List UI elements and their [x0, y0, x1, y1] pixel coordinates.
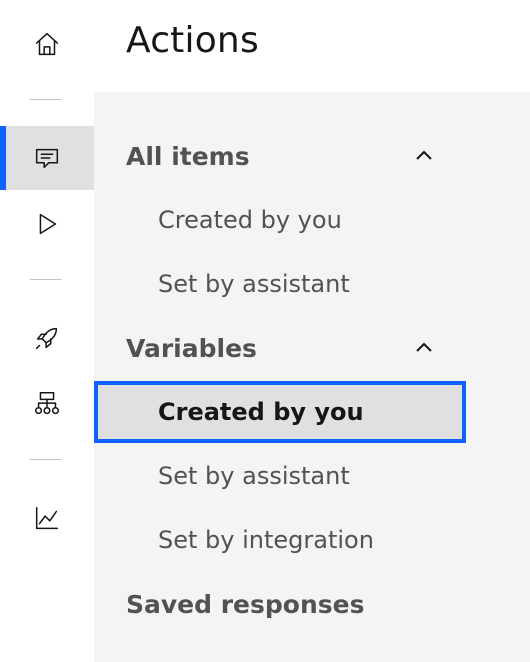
chat-icon	[35, 148, 59, 169]
nav-item-variables-created-by-you[interactable]: Created by you	[94, 381, 466, 443]
rail-divider	[30, 279, 62, 280]
nav-item-variables-set-by-integration[interactable]: Set by integration	[94, 509, 466, 571]
all-items-label: All items	[126, 141, 250, 171]
analytics-button[interactable]	[0, 486, 94, 550]
variables-group-header[interactable]: Variables	[126, 328, 436, 368]
rail-divider	[30, 99, 62, 100]
chevron-up-icon	[416, 150, 432, 160]
secondary-nav-panel: All items Created by you Set by assistan…	[94, 92, 530, 662]
saved-responses-label: Saved responses	[126, 589, 365, 619]
saved-responses-header[interactable]: Saved responses	[126, 584, 436, 624]
rocket-icon	[35, 327, 58, 350]
play-icon	[39, 213, 57, 235]
page-title: Actions	[126, 20, 259, 61]
chevron-up-icon	[416, 342, 432, 352]
chart-line-icon	[35, 506, 59, 530]
home-icon	[35, 32, 59, 56]
nav-item-variables-set-by-assistant[interactable]: Set by assistant	[94, 445, 466, 507]
hierarchy-icon	[35, 392, 59, 415]
all-items-group-header[interactable]: All items	[126, 136, 436, 176]
variables-label: Variables	[126, 333, 257, 363]
nav-item-all-created-by-you[interactable]: Created by you	[94, 189, 466, 251]
rail-divider	[30, 459, 62, 460]
integrations-button[interactable]	[0, 372, 94, 436]
actions-button[interactable]	[0, 126, 94, 190]
home-button[interactable]	[0, 12, 94, 76]
preview-button[interactable]	[0, 192, 94, 256]
nav-item-all-set-by-assistant[interactable]: Set by assistant	[94, 253, 466, 315]
publish-button[interactable]	[0, 306, 94, 370]
side-rail	[0, 0, 94, 662]
